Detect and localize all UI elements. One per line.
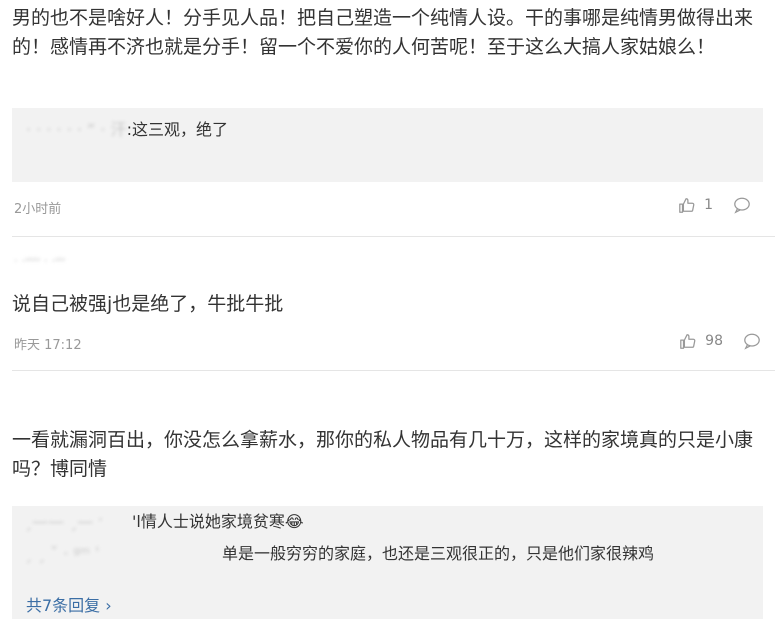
view-more-replies-link[interactable]: 共7条回复 › [26,594,112,618]
reply-author[interactable]: ˏ ˏ ˇ · ᵍᵐ ˈ [24,542,222,566]
comment-time: 2小时前 [14,202,62,217]
comment-author[interactable]: · ·ᵘᵘᵘ · ·ᵘᵘ [14,254,65,268]
more-replies-label[interactable]: 共7条回复 [26,596,100,615]
comment-2-body: 说自己被强j也是绝了，牛批牛批 [0,290,775,319]
thumbs-up-icon [679,198,695,213]
like-count: 98 [705,333,723,349]
like-button[interactable]: 1 [678,196,751,214]
comment-time: 昨天 17:12 [14,338,82,353]
comment-text: 说自己被强j也是绝了，牛批牛批 [12,293,284,315]
reply-text: 'l情人士说她家境贫寒😂 [132,512,304,531]
reply-author[interactable]: · · · · · · “ · 汗 [26,118,127,142]
divider [12,370,775,371]
reply-text: :这三观，绝了 [126,120,228,139]
like-button[interactable]: 98 [679,332,761,350]
reply-author[interactable]: ˏ—— ˏ— ˑ [24,510,132,534]
chevron-right-icon: › [100,596,112,615]
comment-2: · ·ᵘᵘᵘ · ·ᵘᵘ [0,250,775,269]
reply-box[interactable]: ˏ—— ˏ— ˑ'l情人士说她家境贫寒😂 ˏ ˏ ˇ · ᵍᵐ ˈ 单是一般穷穷的… [12,506,763,619]
comment-bubble-icon[interactable] [743,332,761,350]
thumbs-up-icon [680,334,696,349]
comment-1: 男的也不是啥好人！分手见人品！把自己塑造一个纯情人设。干的事哪是纯情男做得出来的… [0,4,775,62]
comment-text: 一看就漏洞百出，你没怎么拿薪水，那你的私人物品有几十万，这样的家境真的只是小康吗… [12,429,754,480]
comment-3: 一看就漏洞百出，你没怎么拿薪水，那你的私人物品有几十万，这样的家境真的只是小康吗… [0,426,775,484]
comment-text: 男的也不是啥好人！分手见人品！把自己塑造一个纯情人设。干的事哪是纯情男做得出来的… [12,7,754,58]
comment-bubble-icon[interactable] [733,196,751,214]
divider [12,236,775,237]
reply-text: 单是一般穷穷的家庭，也还是三观很正的，只是他们家很辣鸡 [222,544,655,563]
reply-box[interactable]: · · · · · · “ · 汗:这三观，绝了 [12,108,763,182]
like-count: 1 [704,197,713,213]
